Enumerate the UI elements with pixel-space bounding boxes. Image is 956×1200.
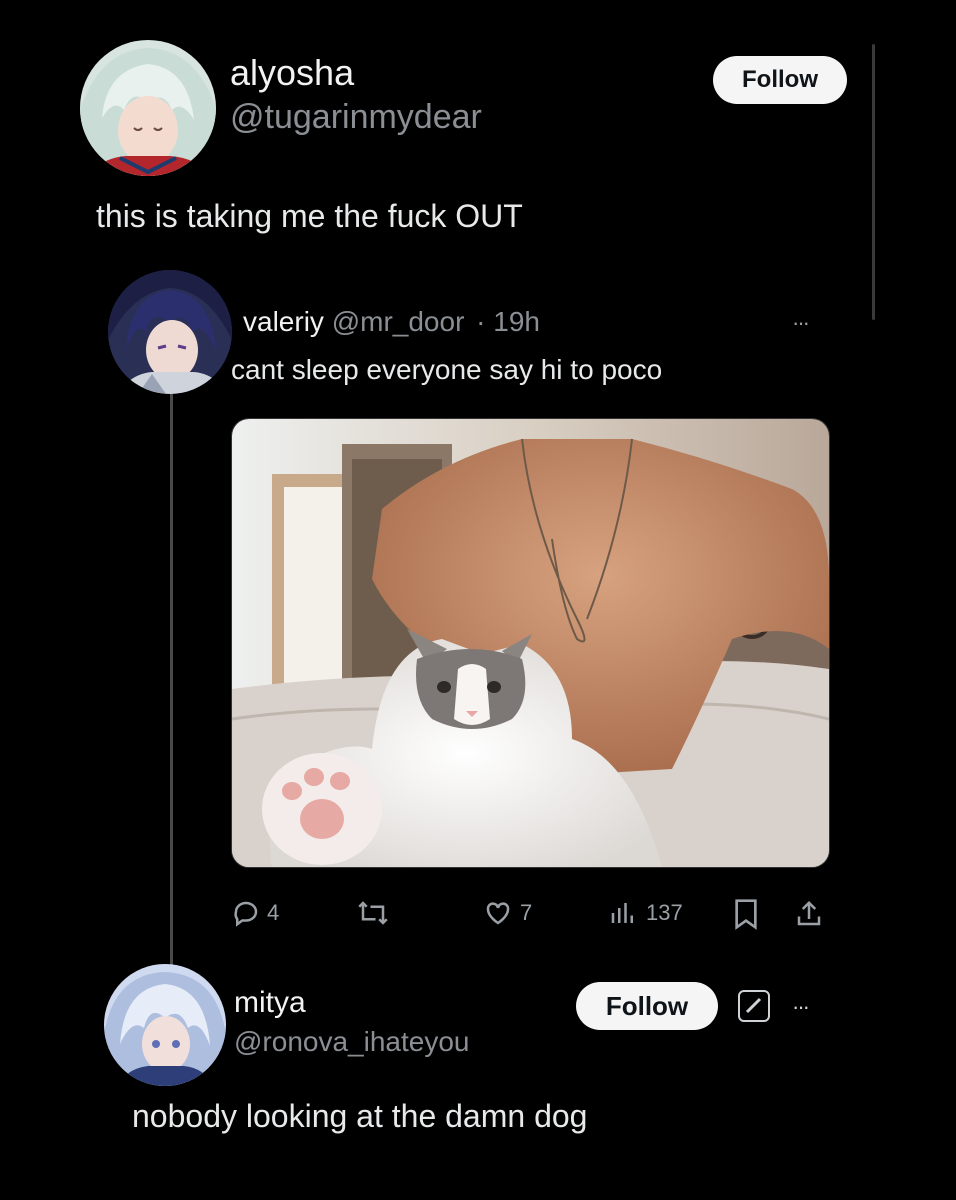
like-count: 7 bbox=[520, 900, 533, 925]
share-action[interactable] bbox=[794, 898, 824, 930]
reply-count: 4 bbox=[267, 900, 280, 925]
views-action[interactable]: 137 bbox=[606, 898, 683, 928]
follow-button[interactable]: Follow bbox=[713, 56, 847, 104]
scrollbar[interactable] bbox=[872, 44, 875, 320]
quoted-timestamp[interactable]: · 19h bbox=[476, 306, 540, 337]
retweet-action[interactable] bbox=[356, 898, 390, 928]
views-count: 137 bbox=[646, 900, 683, 925]
tweet-photo[interactable] bbox=[231, 418, 830, 868]
thread-line bbox=[170, 392, 173, 968]
reply-icon bbox=[234, 901, 258, 927]
reply-text: nobody looking at the damn dog bbox=[132, 1098, 588, 1134]
post-text: this is taking me the fuck OUT bbox=[96, 198, 523, 234]
retweet-icon bbox=[358, 901, 388, 925]
more-icon[interactable]: ··· bbox=[792, 310, 810, 336]
reply-author-name[interactable]: mitya bbox=[234, 986, 306, 1020]
quoted-text: cant sleep everyone say hi to poco bbox=[231, 354, 663, 385]
avatar-valeriy[interactable] bbox=[108, 270, 232, 394]
bookmark-icon bbox=[735, 899, 757, 930]
author-handle[interactable]: @tugarinmydear bbox=[230, 98, 482, 137]
like-action[interactable]: 7 bbox=[482, 898, 532, 928]
author-name[interactable]: alyosha bbox=[230, 52, 354, 94]
quoted-author-handle[interactable]: @mr_door bbox=[332, 306, 465, 337]
avatar-mitya[interactable] bbox=[104, 964, 226, 1086]
views-icon bbox=[611, 903, 633, 923]
grok-icon[interactable] bbox=[738, 990, 770, 1022]
reply-action[interactable]: 4 bbox=[231, 898, 279, 928]
reply-follow-button[interactable]: Follow bbox=[576, 982, 718, 1030]
reply-more-icon[interactable]: ··· bbox=[792, 994, 810, 1020]
share-icon bbox=[797, 900, 821, 926]
bookmark-action[interactable] bbox=[732, 898, 760, 930]
quoted-author-name[interactable]: valeriy bbox=[243, 306, 324, 337]
like-icon bbox=[486, 902, 510, 925]
reply-author-handle[interactable]: @ronova_ihateyou bbox=[234, 1026, 469, 1058]
avatar-alyosha[interactable] bbox=[80, 40, 216, 176]
